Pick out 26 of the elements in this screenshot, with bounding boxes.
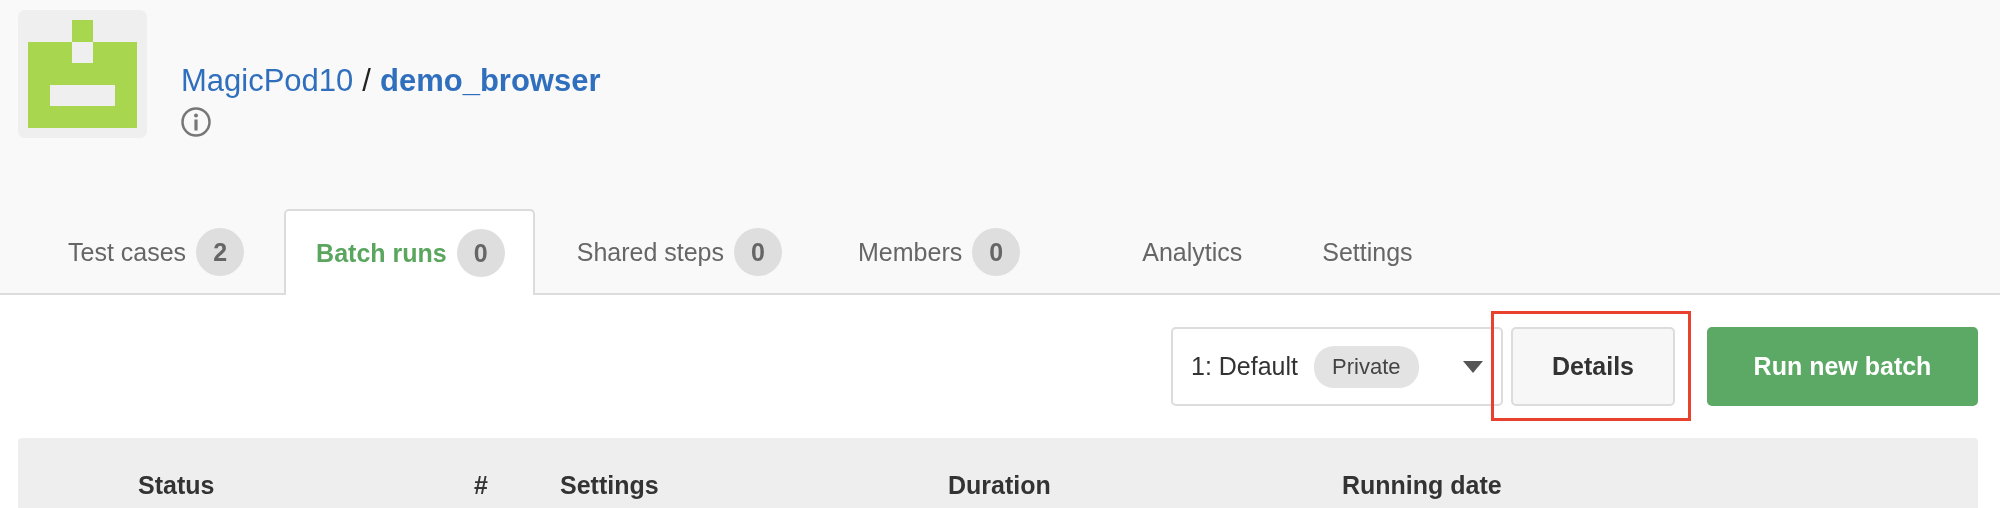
column-header: Settings: [560, 470, 660, 500]
tab[interactable]: Members 0: [816, 209, 1083, 293]
select-value: 1: Default: [1191, 352, 1298, 381]
count-badge: 2: [196, 228, 245, 276]
tab[interactable]: Batch runs 0: [284, 209, 535, 295]
count-badge: 0: [972, 228, 1021, 276]
caret-icon: [1463, 360, 1483, 373]
info-icon[interactable]: [181, 107, 211, 137]
tab[interactable]: Test cases 2: [0, 209, 285, 293]
project-link[interactable]: demo_browser: [379, 63, 601, 99]
column-header: Running date: [1342, 470, 1503, 500]
tab[interactable]: Analytics: [1082, 209, 1321, 293]
path-separator: /: [362, 63, 371, 99]
run-batch-button[interactable]: Run new batch: [1707, 327, 1978, 406]
tab[interactable]: Shared steps 0: [534, 209, 817, 293]
settings-select[interactable]: 1: Default Private: [1171, 327, 1503, 406]
private-badge: Private: [1314, 345, 1419, 388]
column-header: #: [474, 470, 489, 500]
logo-icon: [18, 10, 147, 138]
owner-link[interactable]: MagicPod10: [181, 63, 354, 99]
count-badge: 0: [456, 229, 505, 277]
count-badge: 0: [734, 228, 783, 276]
column-header: Duration: [948, 470, 1052, 500]
details-button[interactable]: Details: [1511, 327, 1675, 406]
tab[interactable]: Settings: [1320, 209, 1415, 293]
column-header: Status: [138, 470, 216, 500]
